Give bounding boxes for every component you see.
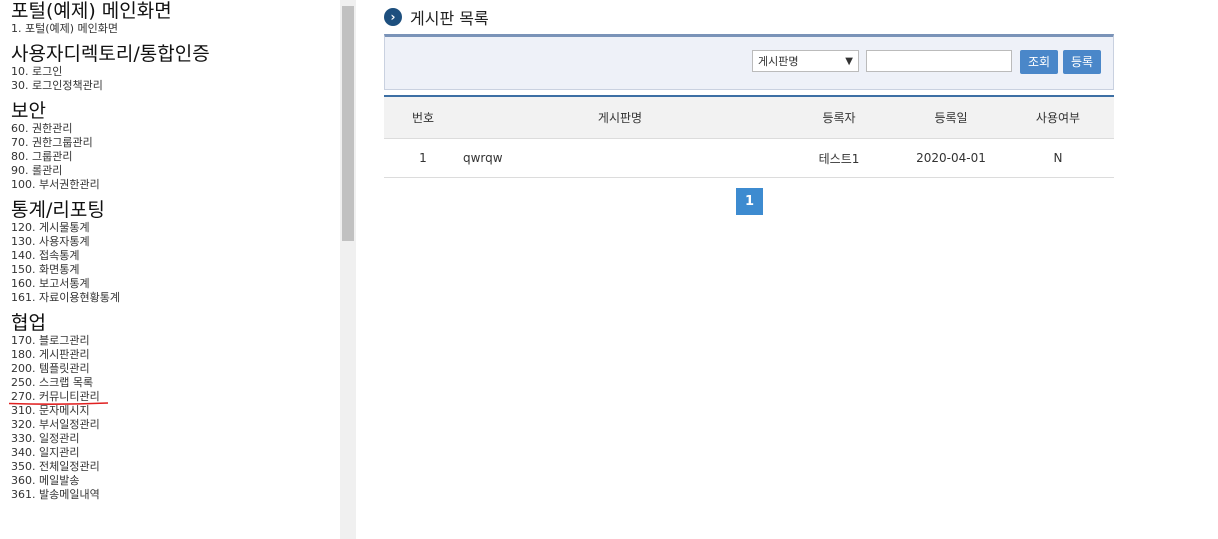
menu-item-auth-group[interactable]: 70. 권한그룹관리 xyxy=(11,136,340,150)
column-header-num: 번호 xyxy=(384,97,462,139)
dropdown-arrow-icon: ▼ xyxy=(845,56,853,67)
search-panel: 게시판명 ▼ 조회 등록 xyxy=(384,34,1114,90)
section-security: 보안 60. 권한관리 70. 권한그룹관리 80. 그룹관리 90. 롤관리 … xyxy=(11,100,340,192)
table-header-row: 번호 게시판명 등록자 등록일 사용여부 xyxy=(384,97,1114,139)
menu-item-dept-schedule[interactable]: 320. 부서일정관리 xyxy=(11,418,340,432)
section-title: 협업 xyxy=(11,312,46,334)
board-list-table: 번호 게시판명 등록자 등록일 사용여부 1 qwrqw 테스트1 2020-0… xyxy=(384,95,1114,178)
table-row[interactable]: 1 qwrqw 테스트1 2020-04-01 N xyxy=(384,138,1114,178)
search-button[interactable]: 조회 xyxy=(1020,50,1058,74)
menu-item-blog[interactable]: 170. 블로그관리 xyxy=(11,334,340,348)
chevron-right-icon: › xyxy=(384,8,402,26)
search-input[interactable] xyxy=(866,50,1012,72)
sidebar-menu: 포털(예제) 메인화면 1. 포털(예제) 메인화면 사용자디렉토리/통합인증 … xyxy=(0,0,340,539)
section-user-directory: 사용자디렉토리/통합인증 10. 로그인 30. 로그인정책관리 xyxy=(11,43,340,93)
menu-item-sent-mail[interactable]: 361. 발송메일내역 xyxy=(11,488,340,502)
cell-writer: 테스트1 xyxy=(778,138,900,178)
cell-num: 1 xyxy=(384,138,462,178)
section-title: 보안 xyxy=(11,100,46,122)
menu-item-data-usage-stats[interactable]: 161. 자료이용현황통계 xyxy=(11,291,340,305)
column-header-date: 등록일 xyxy=(900,97,1002,139)
menu-item-dept-auth[interactable]: 100. 부서권한관리 xyxy=(11,178,340,192)
menu-item-portal-main[interactable]: 1. 포털(예제) 메인화면 xyxy=(11,22,340,36)
section-collab: 협업 170. 블로그관리 180. 게시판관리 200. 템플릿관리 250.… xyxy=(11,312,340,502)
cell-use: N xyxy=(1002,138,1114,178)
cell-board-name[interactable]: qwrqw xyxy=(462,138,778,178)
menu-item-role[interactable]: 90. 롤관리 xyxy=(11,164,340,178)
column-header-use: 사용여부 xyxy=(1002,97,1114,139)
menu-item-group[interactable]: 80. 그룹관리 xyxy=(11,150,340,164)
menu-item-sms[interactable]: 310. 문자메시지 xyxy=(11,404,340,418)
section-title: 통계/리포팅 xyxy=(11,199,105,221)
menu-item-screen-stats[interactable]: 150. 화면통계 xyxy=(11,263,340,277)
menu-item-board[interactable]: 180. 게시판관리 xyxy=(11,348,340,362)
search-type-value: 게시판명 xyxy=(758,55,799,68)
search-type-select[interactable]: 게시판명 ▼ xyxy=(752,50,859,72)
section-title: 포털(예제) 메인화면 xyxy=(11,0,172,22)
scrollbar-thumb[interactable] xyxy=(342,6,354,241)
menu-item-schedule[interactable]: 330. 일정관리 xyxy=(11,432,340,446)
sidebar-scrollbar[interactable] xyxy=(340,0,356,539)
menu-item-auth[interactable]: 60. 권한관리 xyxy=(11,122,340,136)
pagination-page-1[interactable]: 1 xyxy=(736,188,763,215)
menu-item-user-stats[interactable]: 130. 사용자통계 xyxy=(11,235,340,249)
section-stats: 통계/리포팅 120. 게시물통계 130. 사용자통계 140. 접속통계 1… xyxy=(11,199,340,305)
menu-item-template[interactable]: 200. 템플릿관리 xyxy=(11,362,340,376)
menu-item-post-stats[interactable]: 120. 게시물통계 xyxy=(11,221,340,235)
menu-item-login-policy[interactable]: 30. 로그인정책관리 xyxy=(11,79,340,93)
section-portal: 포털(예제) 메인화면 1. 포털(예제) 메인화면 xyxy=(11,0,340,36)
page-header: › 게시판 목록 xyxy=(384,6,489,28)
register-button[interactable]: 등록 xyxy=(1063,50,1101,74)
menu-item-mail-send[interactable]: 360. 메일발송 xyxy=(11,474,340,488)
section-title: 사용자디렉토리/통합인증 xyxy=(11,43,210,65)
column-header-name: 게시판명 xyxy=(462,97,778,139)
menu-item-login[interactable]: 10. 로그인 xyxy=(11,65,340,79)
menu-item-journal[interactable]: 340. 일지관리 xyxy=(11,446,340,460)
column-header-writer: 등록자 xyxy=(778,97,900,139)
page-title: 게시판 목록 xyxy=(410,9,489,28)
menu-item-access-stats[interactable]: 140. 접속통계 xyxy=(11,249,340,263)
menu-item-report-stats[interactable]: 160. 보고서통계 xyxy=(11,277,340,291)
menu-item-all-schedule[interactable]: 350. 전체일정관리 xyxy=(11,460,340,474)
main-content: › 게시판 목록 게시판명 ▼ 조회 등록 번호 게시판명 등록자 등록일 사용… xyxy=(356,0,1218,539)
red-underline-annotation xyxy=(9,402,108,405)
cell-date: 2020-04-01 xyxy=(900,138,1002,178)
menu-item-scrap[interactable]: 250. 스크랩 목록 xyxy=(11,376,340,390)
